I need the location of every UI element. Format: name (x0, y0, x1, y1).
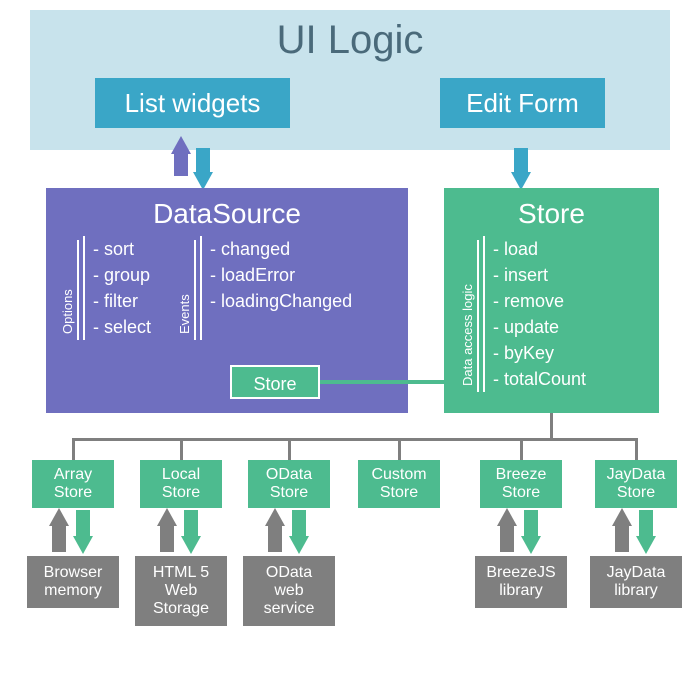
list-item: remove (493, 288, 586, 314)
arrow-shaft (615, 524, 629, 552)
store-title: Store (444, 188, 659, 236)
list-widgets-box: List widgets (95, 78, 290, 128)
jaydata-store-box: JayDataStore (595, 460, 677, 508)
datasource-store-pill: Store (230, 365, 320, 399)
breezejs-library-box: BreezeJSlibrary (475, 556, 567, 608)
arrow-down-icon (289, 536, 309, 554)
arrow-shaft (52, 524, 66, 552)
tree-line (288, 438, 291, 460)
arrow-shaft (639, 510, 653, 538)
list-item: insert (493, 262, 586, 288)
tree-line (72, 438, 75, 460)
arrow-shaft (184, 510, 198, 538)
arrow-down-icon (73, 536, 93, 554)
list-item: load (493, 236, 586, 262)
list-item: filter (93, 288, 151, 314)
jaydata-library-box: JayDatalibrary (590, 556, 682, 608)
html5-storage-box: HTML 5WebStorage (135, 556, 227, 626)
array-store-box: ArrayStore (32, 460, 114, 508)
arrow-shaft (268, 524, 282, 552)
options-list: sort group filter select (83, 236, 161, 340)
options-label: Options (58, 240, 79, 340)
tree-line (398, 438, 401, 460)
store-panel: Store Data access logic load insert remo… (444, 188, 659, 413)
arrow-shaft (160, 524, 174, 552)
arrow-shaft (292, 510, 306, 538)
list-item: loadError (210, 262, 352, 288)
breeze-store-box: BreezeStore (480, 460, 562, 508)
arrow-shaft (514, 148, 528, 174)
list-item: changed (210, 236, 352, 262)
tree-line (72, 438, 638, 441)
list-item: byKey (493, 340, 586, 366)
ui-logic-title: UI Logic (30, 10, 670, 63)
edit-form-box: Edit Form (440, 78, 605, 128)
arrow-shaft (524, 510, 538, 538)
list-item: update (493, 314, 586, 340)
list-item: loadingChanged (210, 288, 352, 314)
events-label: Events (175, 240, 196, 340)
arrow-shaft (196, 148, 210, 174)
tree-line (635, 438, 638, 460)
odata-service-box: ODatawebservice (243, 556, 335, 626)
arrow-down-icon (521, 536, 541, 554)
store-connector-line (320, 380, 444, 384)
local-store-box: LocalStore (140, 460, 222, 508)
arrow-up-icon (171, 136, 191, 154)
list-item: totalCount (493, 366, 586, 392)
arrow-down-icon (636, 536, 656, 554)
list-item: select (93, 314, 151, 340)
tree-line (520, 438, 523, 460)
methods-label: Data access logic (458, 240, 479, 392)
tree-line (180, 438, 183, 460)
odata-store-box: ODataStore (248, 460, 330, 508)
browser-memory-box: Browsermemory (27, 556, 119, 608)
arrow-shaft (500, 524, 514, 552)
datasource-title: DataSource (46, 188, 408, 236)
arrow-down-icon (181, 536, 201, 554)
methods-list: load insert remove update byKey totalCou… (483, 236, 594, 392)
custom-store-box: CustomStore (358, 460, 440, 508)
arrow-shaft (76, 510, 90, 538)
tree-line (550, 413, 553, 439)
events-list: changed loadError loadingChanged (200, 236, 362, 340)
list-item: sort (93, 236, 151, 262)
list-item: group (93, 262, 151, 288)
